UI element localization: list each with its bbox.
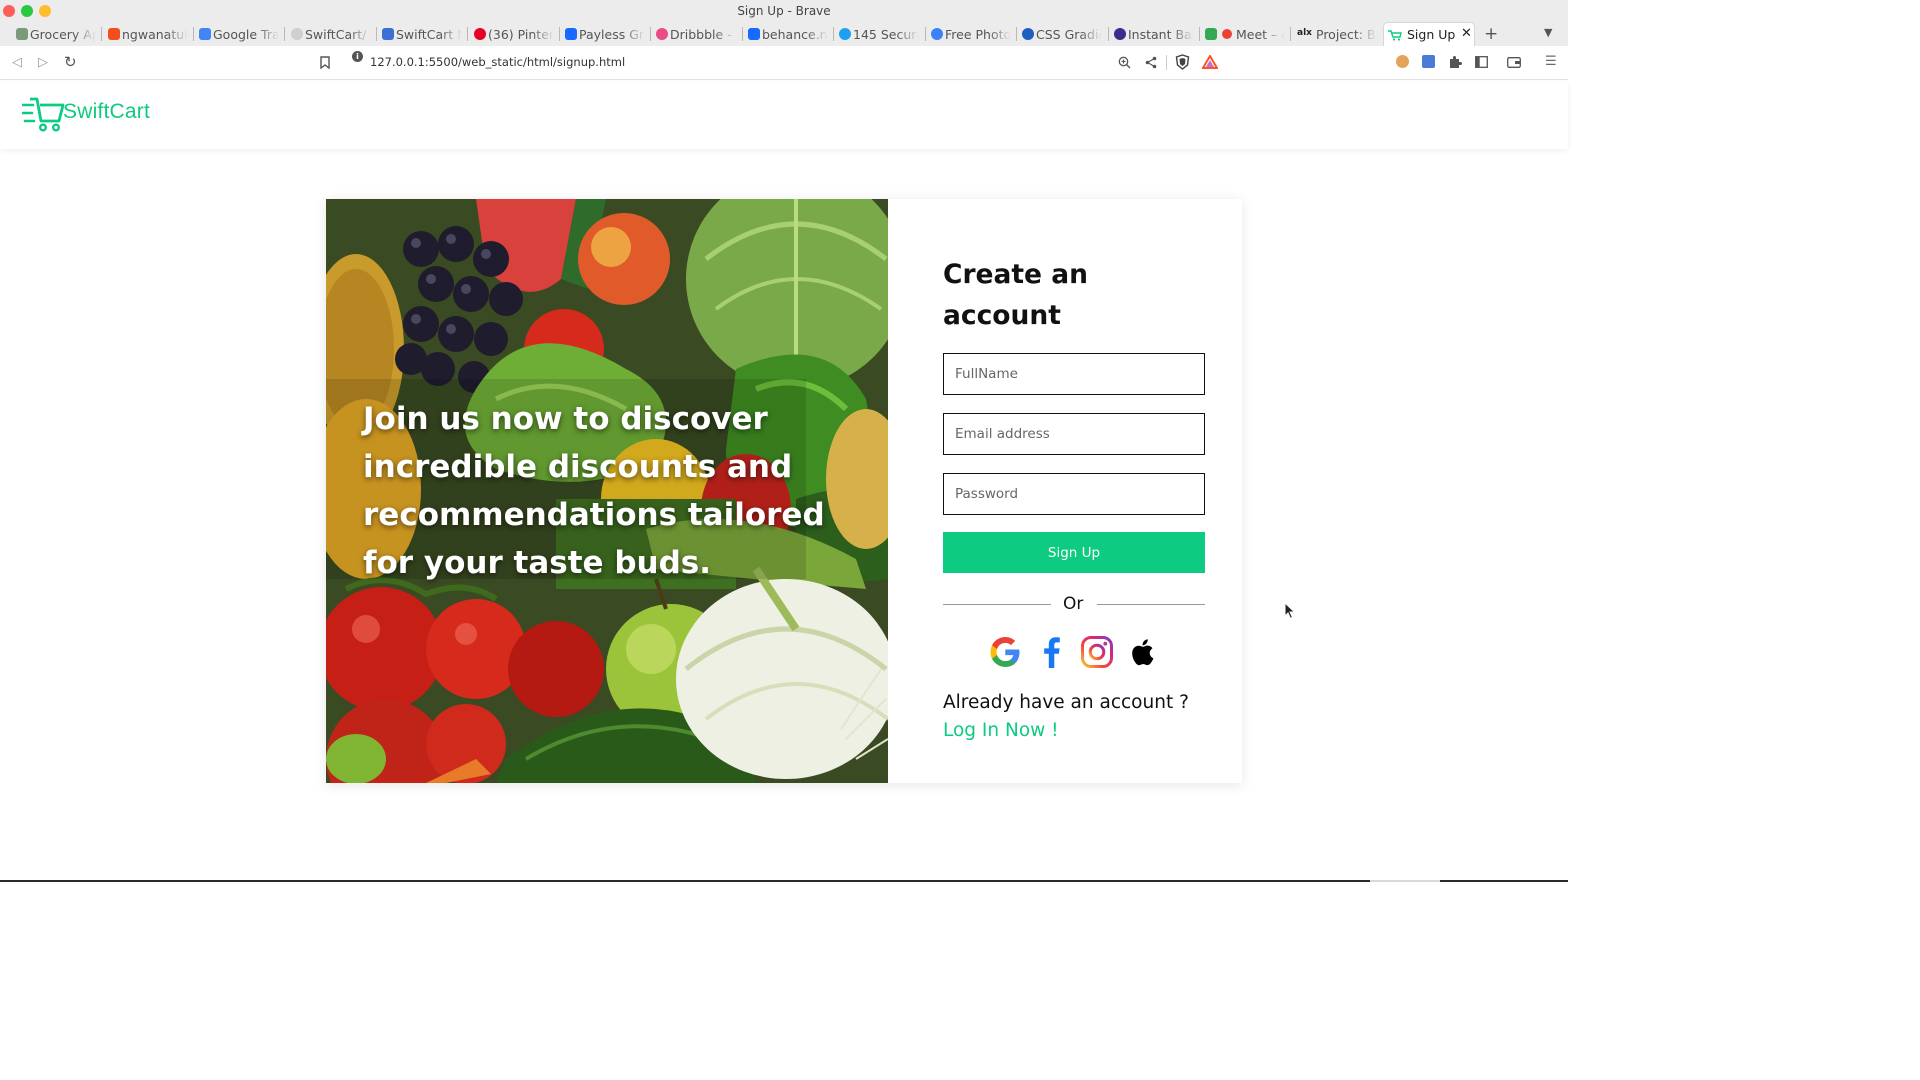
behance-favicon-icon	[565, 28, 577, 40]
sidebar-toggle-icon[interactable]	[1475, 56, 1488, 68]
tab-behance[interactable]: behance.n	[748, 22, 828, 46]
google-icon[interactable]	[988, 635, 1022, 669]
browser-toolbar: ◁ ▷ ↻	[0, 46, 1568, 80]
share-icon[interactable]	[1145, 56, 1157, 69]
tab-google-docs[interactable]: SwiftCart N	[382, 22, 462, 46]
divider-line-right	[1097, 604, 1205, 605]
tab-list-chevron-icon[interactable]: ▼	[1544, 26, 1552, 39]
pinterest-favicon-icon	[474, 28, 486, 40]
tab-github[interactable]: SwiftCart/	[291, 22, 371, 46]
tab-secure[interactable]: 145 Secure	[839, 22, 919, 46]
dribbble-favicon-icon	[656, 28, 668, 40]
back-arrow-icon[interactable]: ◁	[12, 55, 22, 70]
grocery-favicon-icon	[16, 28, 28, 40]
tab-meet[interactable]: Meet – c	[1205, 22, 1285, 46]
form-title: Create an account	[943, 259, 1088, 331]
extensions-puzzle-icon[interactable]	[1448, 55, 1462, 69]
css-gradient-favicon-icon	[1022, 28, 1034, 40]
window-titlebar: Sign Up - Brave	[0, 0, 1568, 22]
meet-favicon-icon	[1205, 28, 1217, 40]
email-input[interactable]	[943, 413, 1205, 455]
new-tab-plus-icon[interactable]: +	[1484, 24, 1498, 44]
tab-sign-up-active[interactable]: Sign Up ✕	[1383, 22, 1475, 47]
tab-free-photos[interactable]: Free Photo	[931, 22, 1011, 46]
tab-close-icon[interactable]: ✕	[1461, 26, 1472, 41]
tab-figma[interactable]: ngwanatuk	[108, 22, 188, 46]
translate-extension-icon[interactable]	[1422, 55, 1435, 68]
already-have-account-text: Already have an account ?	[943, 692, 1189, 713]
tab-dribbble[interactable]: Dribbble -	[656, 22, 736, 46]
sign-up-button[interactable]: Sign Up	[943, 532, 1205, 573]
divider-line-left	[943, 604, 1051, 605]
site-header	[0, 81, 1568, 149]
reload-icon[interactable]: ↻	[64, 53, 77, 71]
site-info-icon[interactable]: i	[352, 51, 363, 62]
login-now-link[interactable]: Log In Now !	[943, 720, 1059, 741]
hero-vegetables-image: Join us now to discover incredible disco…	[326, 199, 888, 783]
forward-arrow-icon[interactable]: ▷	[38, 55, 48, 70]
fullname-input[interactable]	[943, 353, 1205, 395]
docs-favicon-icon	[382, 28, 394, 40]
tab-strip: Grocery Ap ngwanatuk Google Tra SwiftCar…	[0, 22, 1568, 46]
behance-favicon-icon	[748, 28, 760, 40]
wallet-icon[interactable]	[1507, 56, 1521, 68]
github-favicon-icon	[291, 28, 303, 40]
facebook-icon[interactable]	[1035, 635, 1069, 669]
password-input[interactable]	[943, 473, 1205, 515]
tab-alx-project[interactable]: alx Project: Bu	[1297, 22, 1377, 46]
translate-favicon-icon	[199, 28, 211, 40]
tab-label: Sign Up	[1407, 27, 1456, 42]
tab-pinterest[interactable]: (36) Pinter	[474, 22, 554, 46]
instagram-icon[interactable]	[1080, 635, 1114, 669]
tab-instant-background[interactable]: Instant Bac	[1114, 22, 1194, 46]
swiftcart-favicon-icon	[1388, 30, 1402, 41]
brave-shields-icon[interactable]	[1175, 54, 1190, 70]
mouse-cursor-icon	[1284, 602, 1296, 620]
tab-css-gradient[interactable]: CSS Gradie	[1022, 22, 1102, 46]
hero-tagline: Join us now to discover incredible disco…	[363, 401, 825, 581]
tab-grocery[interactable]: Grocery Ap	[16, 22, 96, 46]
bookmark-icon[interactable]	[320, 56, 330, 69]
figma-favicon-icon	[108, 28, 120, 40]
recording-dot-icon	[1222, 29, 1232, 39]
window-title: Sign Up - Brave	[737, 4, 831, 18]
menu-hamburger-icon[interactable]: ☰	[1545, 54, 1557, 69]
address-bar[interactable]: 127.0.0.1:5500/web_static/html/signup.ht…	[370, 55, 625, 69]
tab-behance-payless[interactable]: Payless Gr	[565, 22, 645, 46]
secure-favicon-icon	[839, 28, 851, 40]
screen-bottom-edge	[0, 880, 1568, 882]
apple-icon[interactable]	[1126, 635, 1160, 669]
brave-rewards-icon[interactable]	[1202, 55, 1218, 69]
signup-card: Join us now to discover incredible disco…	[326, 199, 1242, 783]
alx-favicon-icon: alx	[1297, 28, 1312, 38]
divider-or-text: Or	[1063, 594, 1084, 614]
brand-name[interactable]: SwiftCart	[63, 100, 150, 124]
tab-google-translate[interactable]: Google Tra	[199, 22, 279, 46]
remove-bg-favicon-icon	[1114, 28, 1126, 40]
extension-avatar-icon[interactable]	[1396, 55, 1409, 68]
photos-favicon-icon	[931, 28, 943, 40]
zoom-icon[interactable]	[1118, 56, 1131, 69]
